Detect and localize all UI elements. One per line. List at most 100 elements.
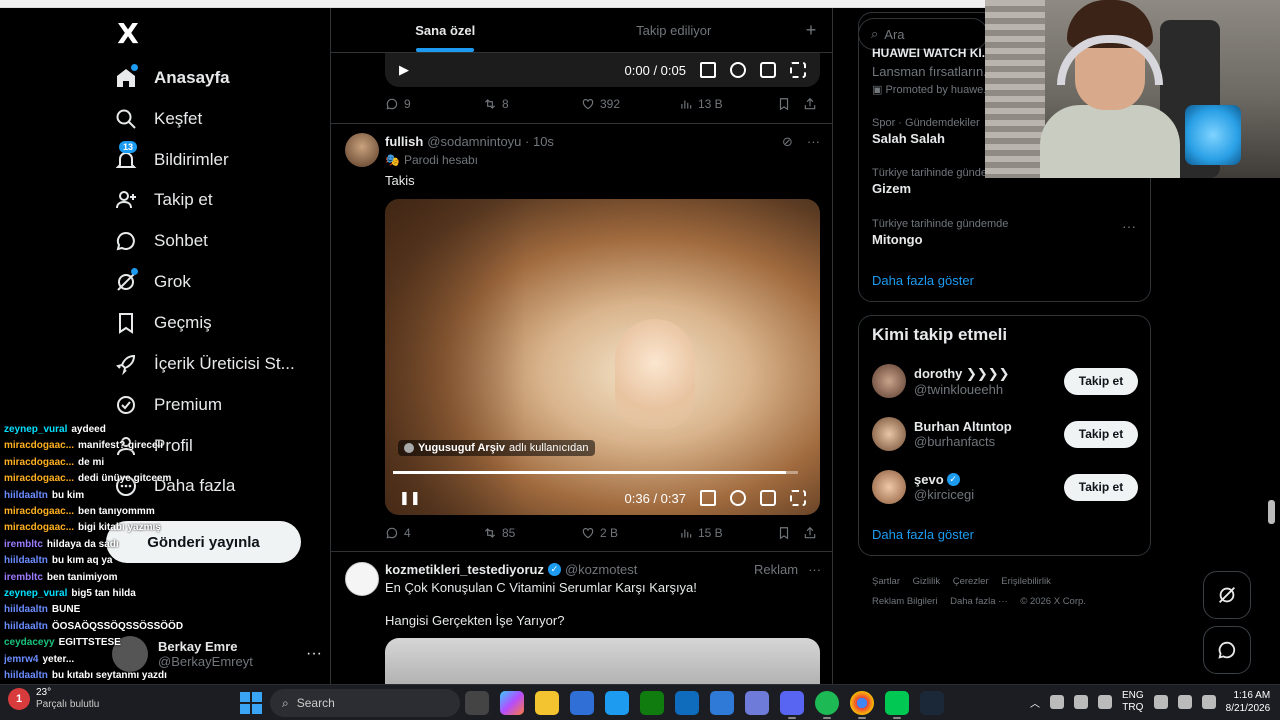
follow-button[interactable]: Takip et — [1064, 420, 1138, 448]
volume-icon[interactable] — [700, 62, 716, 78]
settings-icon[interactable] — [730, 490, 746, 506]
nav-item-home[interactable]: Anasayfa — [112, 60, 230, 96]
footer-link[interactable]: Şartlar — [872, 576, 900, 587]
windows-start-icon[interactable] — [240, 692, 262, 714]
nav-item-more[interactable]: Daha fazla — [112, 468, 235, 504]
show-more-trends[interactable]: Daha fazla göster — [872, 273, 974, 288]
share-button[interactable] — [803, 97, 817, 111]
xbox-icon[interactable] — [640, 691, 664, 715]
nav-item-bookmarks[interactable]: Geçmiş — [112, 305, 212, 341]
pip-icon[interactable] — [760, 62, 776, 78]
nav-item-explore[interactable]: Keşfet — [112, 101, 202, 137]
post-button[interactable]: Gönderi yayınla — [106, 521, 301, 563]
nav-item-follow[interactable]: Takip et — [112, 182, 213, 218]
footer-link[interactable]: Daha fazla ··· — [950, 596, 1008, 607]
obs-icon[interactable] — [885, 691, 909, 719]
views-button[interactable]: 13 B — [679, 97, 777, 111]
reply-button[interactable]: 4 — [385, 526, 483, 540]
post3-author-handle[interactable]: @kozmotest — [565, 562, 637, 577]
grok-fab-button[interactable] — [1203, 571, 1251, 619]
grok-icon[interactable]: ⊘ — [782, 134, 793, 150]
more-dots-icon[interactable]: ··· — [306, 645, 322, 663]
follow-suggestion[interactable]: Burhan Altıntop @burhanfacts Takip et — [872, 414, 1138, 454]
follow-suggestion[interactable]: dorothy ❯❯❯❯ @twinkloueehh Takip et — [872, 361, 1138, 401]
pause-icon[interactable]: ❚❚ — [399, 490, 421, 506]
scrollbar-thumb[interactable] — [1268, 500, 1275, 524]
x-logo-icon[interactable]: X — [114, 20, 142, 48]
more-dots-icon[interactable]: ··· — [807, 134, 820, 150]
repost-button[interactable]: 85 — [483, 526, 581, 540]
clock[interactable]: 1:16 AM 8/21/2026 — [1226, 689, 1271, 715]
bookmark-button[interactable] — [777, 526, 803, 540]
steam-icon[interactable] — [920, 691, 944, 715]
chevron-up-icon[interactable]: ︿ — [1030, 695, 1040, 710]
like-button[interactable]: 392 — [581, 97, 679, 111]
nav-item-notifications[interactable]: 13 Bildirimler — [112, 141, 229, 178]
promo-title[interactable]: HUAWEI WATCH KI... — [872, 46, 992, 60]
fullscreen-icon[interactable] — [790, 62, 806, 78]
file-explorer-icon[interactable] — [535, 691, 559, 715]
spotify-icon[interactable] — [815, 691, 839, 719]
nav-item-chat[interactable]: Sohbet — [112, 223, 208, 259]
nav-item-premium[interactable]: Premium — [112, 387, 222, 423]
post2-author-handle[interactable]: @sodamnintoyu · 10s — [427, 134, 554, 149]
settings-app-icon[interactable] — [745, 691, 769, 715]
video-owner-tag[interactable]: Yugusuguf Arşiv adlı kullanıcıdan — [398, 440, 595, 456]
trend-item[interactable]: Türkiye tarihinde gündemde Mitongo — [872, 218, 1138, 247]
like-button[interactable]: 2 B — [581, 526, 679, 540]
account-switcher[interactable]: Berkay Emre @BerkayEmreyt ··· — [112, 632, 322, 676]
chrome-icon[interactable] — [850, 691, 874, 719]
share-button[interactable] — [803, 526, 817, 540]
repost-button[interactable]: 8 — [483, 97, 581, 111]
post3-image[interactable] — [385, 638, 820, 684]
store-icon[interactable] — [570, 691, 594, 715]
nav-item-profile[interactable]: Profil — [112, 428, 193, 464]
messages-fab-button[interactable] — [1203, 626, 1251, 674]
play-icon[interactable]: ▶ — [399, 62, 409, 78]
volume-icon[interactable] — [1177, 695, 1192, 709]
views-button[interactable]: 15 B — [679, 526, 777, 540]
avatar[interactable] — [345, 562, 379, 596]
fullscreen-icon[interactable] — [790, 490, 806, 506]
tab-for-you[interactable]: Sana özel — [331, 8, 560, 52]
more-dots-icon[interactable]: ··· — [808, 562, 821, 577]
show-more-suggestions[interactable]: Daha fazla göster — [872, 527, 974, 542]
nav-item-grok[interactable]: Grok — [112, 264, 191, 300]
tray-app-icon[interactable] — [1098, 695, 1112, 709]
battery-icon[interactable] — [1201, 695, 1216, 709]
video-progress-bar[interactable] — [393, 471, 798, 474]
footer-link[interactable]: Gizlilik — [913, 576, 940, 587]
task-view-icon[interactable] — [465, 691, 489, 715]
settings-icon[interactable] — [730, 62, 746, 78]
more-dots-icon[interactable]: ··· — [1122, 218, 1136, 234]
reply-button[interactable]: 9 — [385, 97, 483, 111]
post2-author-name[interactable]: fullish — [385, 134, 423, 149]
outlook-icon[interactable] — [675, 691, 699, 715]
copilot-icon[interactable] — [500, 691, 524, 715]
tray-cloud-icon[interactable] — [1050, 695, 1064, 709]
game-overlay-icon[interactable] — [605, 691, 629, 715]
language-indicator[interactable]: ENG TRQ — [1122, 690, 1144, 714]
taskbar-search[interactable]: ⌕ Search — [270, 689, 460, 717]
tab-following[interactable]: Takip ediliyor — [560, 8, 789, 52]
editor-icon[interactable] — [710, 691, 734, 715]
bookmark-button[interactable] — [777, 97, 803, 111]
footer-link[interactable]: Çerezler — [953, 576, 989, 587]
follow-button[interactable]: Takip et — [1064, 367, 1138, 395]
weather-widget[interactable]: 1 23° Parçalı bulutlu — [8, 687, 99, 711]
footer-link[interactable]: Reklam Bilgileri — [872, 596, 937, 607]
add-tab-icon[interactable]: + — [788, 8, 832, 52]
volume-icon[interactable] — [700, 490, 716, 506]
tray-mic-icon[interactable] — [1074, 695, 1088, 709]
nav-item-creator-studio[interactable]: İçerik Üreticisi St... — [112, 346, 295, 382]
post2-video[interactable]: Yugusuguf Arşiv adlı kullanıcıdan ❚❚ 0:3… — [385, 199, 820, 515]
follow-button[interactable]: Takip et — [1064, 473, 1138, 501]
network-icon[interactable] — [1153, 695, 1168, 709]
pip-icon[interactable] — [760, 490, 776, 506]
trend-item[interactable]: Spor · Gündemdekiler Salah Salah — [872, 117, 980, 146]
post3-author-name[interactable]: kozmetikleri_testediyoruz — [385, 562, 544, 577]
discord-icon[interactable] — [780, 691, 804, 719]
follow-suggestion[interactable]: şevo ✓ @kircicegi Takip et — [872, 467, 1138, 507]
footer-link[interactable]: Erişilebilirlik — [1001, 576, 1051, 587]
avatar[interactable] — [345, 133, 379, 167]
